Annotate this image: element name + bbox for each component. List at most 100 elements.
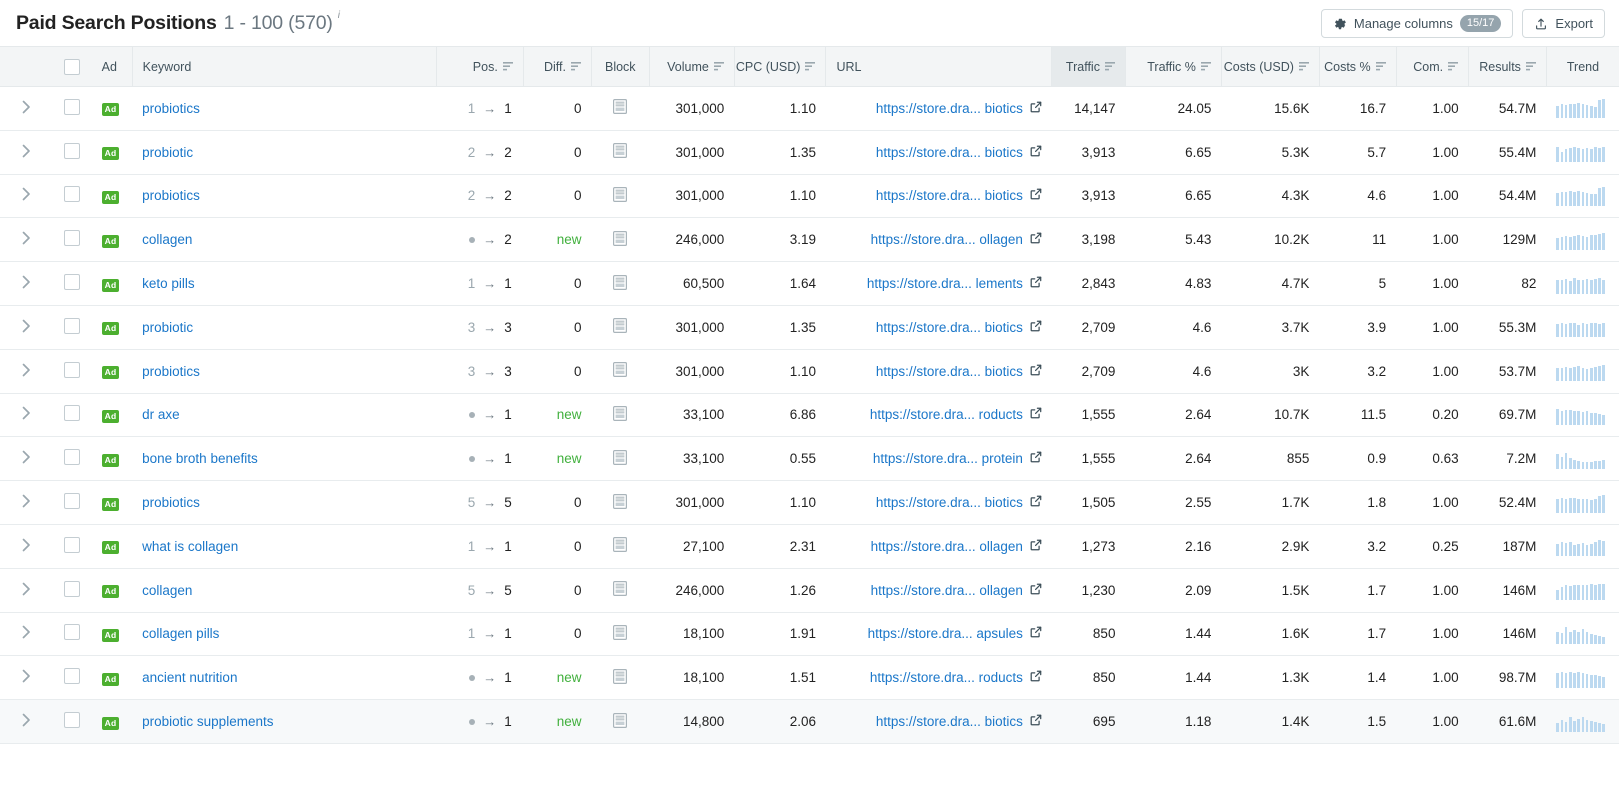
row-checkbox[interactable] [63, 449, 80, 466]
block-cell[interactable] [591, 699, 650, 744]
keyword-cell[interactable]: probiotic [132, 130, 437, 175]
keyword-link[interactable]: probiotic [142, 145, 193, 160]
row-checkbox[interactable] [63, 536, 80, 553]
block-cell[interactable] [591, 480, 650, 525]
chevron-right-icon[interactable] [22, 582, 31, 599]
url-link[interactable]: https://store.dra... biotics [876, 364, 1023, 379]
external-link-icon[interactable] [1030, 364, 1042, 379]
url-cell[interactable]: https://store.dra... protein [825, 436, 1052, 482]
chevron-right-icon[interactable] [22, 319, 31, 336]
row-checkbox[interactable] [63, 668, 80, 685]
url-link[interactable]: https://store.dra... biotics [876, 495, 1023, 510]
chevron-right-icon[interactable] [22, 144, 31, 161]
url-link[interactable]: https://store.dra... ollagen [871, 232, 1023, 247]
row-select-cell[interactable] [52, 612, 92, 657]
block-cell[interactable] [591, 217, 650, 263]
column-header-volume[interactable]: Volume [649, 46, 735, 87]
row-checkbox[interactable] [63, 230, 80, 247]
block-cell[interactable] [591, 130, 650, 175]
url-cell[interactable]: https://store.dra... roducts [825, 655, 1052, 701]
keyword-cell[interactable]: bone broth benefits [132, 436, 437, 482]
external-link-icon[interactable] [1030, 232, 1042, 247]
table-row[interactable]: Ad dr axe → 1 new 33,100 6.86 https://store.dra… [0, 393, 1619, 438]
keyword-link[interactable]: probiotics [142, 495, 200, 510]
keyword-link[interactable]: keto pills [142, 276, 195, 291]
row-select-cell[interactable] [52, 86, 92, 131]
row-checkbox[interactable] [63, 493, 80, 510]
block-cell[interactable] [591, 568, 650, 613]
row-select-cell[interactable] [52, 130, 92, 175]
row-checkbox[interactable] [63, 317, 80, 334]
row-checkbox[interactable] [63, 361, 80, 378]
block-cell[interactable] [591, 174, 650, 219]
external-link-icon[interactable] [1030, 670, 1042, 685]
keyword-cell[interactable]: probiotics [132, 480, 437, 525]
table-row[interactable]: Ad probiotic 3 → 3 0 301,000 1.35 https://store.… [0, 305, 1619, 350]
url-cell[interactable]: https://store.dra... biotics [825, 174, 1052, 219]
keyword-link[interactable]: probiotics [142, 188, 200, 203]
block-cell[interactable] [591, 349, 650, 394]
url-cell[interactable]: https://store.dra... ollagen [825, 217, 1052, 263]
url-link[interactable]: https://store.dra... biotics [876, 320, 1023, 335]
row-checkbox[interactable] [63, 274, 80, 291]
keyword-cell[interactable]: collagen pills [132, 612, 437, 657]
url-link[interactable]: https://store.dra... biotics [876, 188, 1023, 203]
external-link-icon[interactable] [1030, 188, 1042, 203]
block-ad-preview-icon[interactable] [613, 405, 628, 424]
external-link-icon[interactable] [1030, 320, 1042, 335]
keyword-link[interactable]: probiotics [142, 364, 200, 379]
url-cell[interactable]: https://store.dra... ollagen [825, 524, 1052, 569]
keyword-link[interactable]: dr axe [142, 407, 180, 422]
row-expander-cell[interactable] [0, 130, 53, 175]
chevron-right-icon[interactable] [22, 450, 31, 467]
chevron-right-icon[interactable] [22, 538, 31, 555]
chevron-right-icon[interactable] [22, 275, 31, 292]
row-expander-cell[interactable] [0, 480, 53, 525]
row-select-cell[interactable] [52, 305, 92, 350]
url-cell[interactable]: https://store.dra... lements [825, 261, 1052, 306]
row-select-cell[interactable] [52, 524, 92, 569]
row-select-cell[interactable] [52, 174, 92, 219]
row-expander-cell[interactable] [0, 436, 53, 482]
chevron-right-icon[interactable] [22, 669, 31, 686]
url-cell[interactable]: https://store.dra... biotics [825, 699, 1052, 744]
external-link-icon[interactable] [1030, 539, 1042, 554]
manage-columns-button[interactable]: Manage columns 15/17 [1320, 9, 1514, 38]
chevron-right-icon[interactable] [22, 625, 31, 642]
block-ad-preview-icon[interactable] [613, 99, 628, 117]
keyword-link[interactable]: ancient nutrition [142, 670, 237, 685]
keyword-cell[interactable]: collagen [132, 568, 437, 613]
row-checkbox[interactable] [63, 186, 80, 203]
block-ad-preview-icon[interactable] [613, 274, 628, 293]
url-link[interactable]: https://store.dra... roducts [870, 670, 1023, 685]
url-cell[interactable]: https://store.dra... biotics [825, 480, 1052, 525]
chevron-right-icon[interactable] [22, 713, 31, 730]
chevron-right-icon[interactable] [22, 363, 31, 380]
chevron-right-icon[interactable] [22, 494, 31, 511]
url-link[interactable]: https://store.dra... biotics [876, 714, 1023, 729]
export-button[interactable]: Export [1522, 9, 1605, 38]
external-link-icon[interactable] [1030, 451, 1042, 466]
block-ad-preview-icon[interactable] [613, 712, 628, 731]
row-checkbox[interactable] [63, 624, 80, 641]
row-select-cell[interactable] [52, 349, 92, 394]
chevron-right-icon[interactable] [22, 100, 31, 117]
url-link[interactable]: https://store.dra... ollagen [871, 583, 1023, 598]
row-expander-cell[interactable] [0, 217, 53, 263]
block-cell[interactable] [591, 436, 650, 482]
keyword-cell[interactable]: what is collagen [132, 524, 437, 569]
row-select-cell[interactable] [52, 261, 92, 306]
url-cell[interactable]: https://store.dra... biotics [825, 86, 1052, 131]
column-header-traffic[interactable]: Traffic [1051, 46, 1126, 87]
external-link-icon[interactable] [1030, 407, 1042, 422]
url-link[interactable]: https://store.dra... roducts [870, 407, 1023, 422]
table-row[interactable]: Ad probiotic supplements → 1 new 14,800 2.06 ht… [0, 699, 1619, 744]
block-ad-preview-icon[interactable] [613, 362, 628, 380]
table-row[interactable]: Ad keto pills 1 → 1 0 60,500 1.64 https://store.… [0, 261, 1619, 306]
chevron-right-icon[interactable] [22, 231, 31, 248]
column-header-trafficp[interactable]: Traffic % [1125, 46, 1222, 87]
keyword-link[interactable]: bone broth benefits [142, 451, 258, 466]
block-ad-preview-icon[interactable] [613, 318, 628, 336]
column-header-cpc[interactable]: CPC (USD) [734, 46, 827, 87]
block-ad-preview-icon[interactable] [613, 581, 628, 599]
